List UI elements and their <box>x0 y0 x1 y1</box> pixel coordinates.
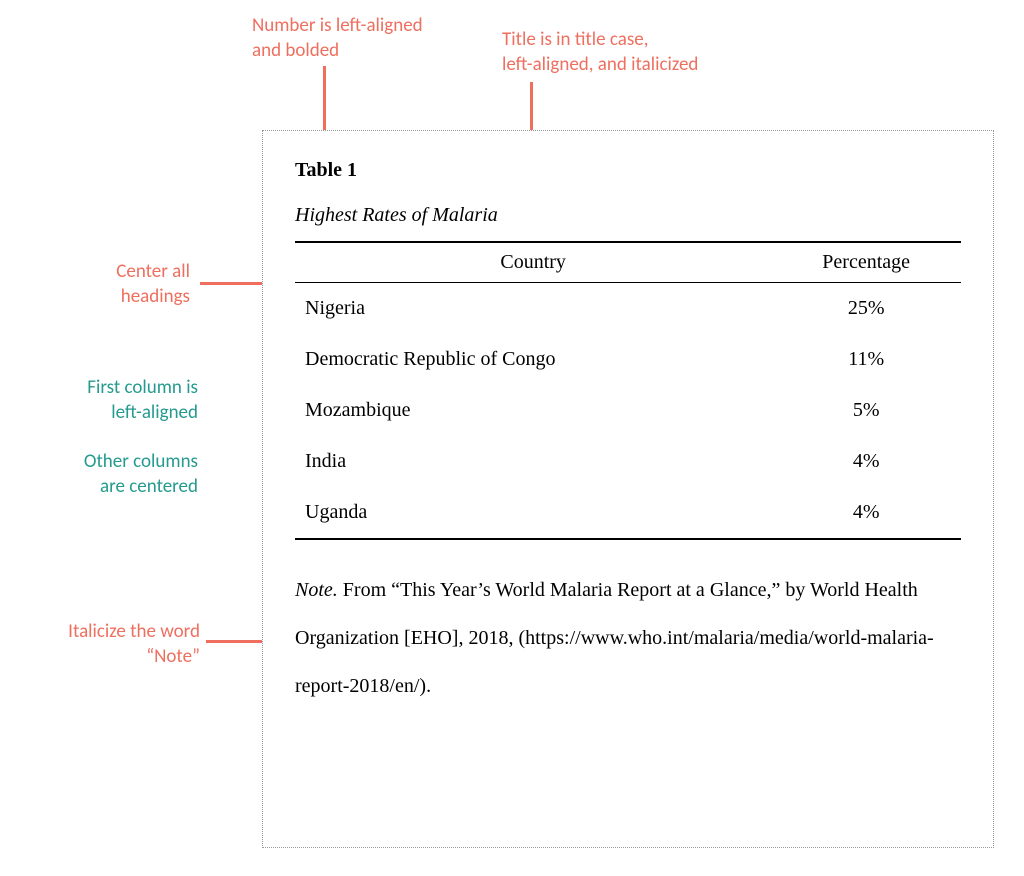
annotation-italicize-note: Italicize the word “Note” <box>20 620 200 669</box>
table-number: Table 1 <box>295 159 961 182</box>
note-label: Note. <box>295 579 338 601</box>
cell-country: Uganda <box>295 487 771 539</box>
annotation-number-bold: Number is left-aligned and bolded <box>252 14 472 63</box>
cell-percentage: 4% <box>771 487 961 539</box>
table-header-row: Country Percentage <box>295 242 961 283</box>
annotation-title-case: Title is in title case, left-aligned, an… <box>502 28 762 77</box>
table-row: Uganda 4% <box>295 487 961 539</box>
cell-country: India <box>295 436 771 487</box>
data-table: Country Percentage Nigeria 25% Democrati… <box>295 241 961 540</box>
table-sample-panel: Table 1 Highest Rates of Malaria Country… <box>262 130 994 848</box>
annotation-other-columns: Other columns are centered <box>48 450 198 499</box>
cell-country: Nigeria <box>295 283 771 335</box>
note-text: From “This Year’s World Malaria Report a… <box>295 579 934 697</box>
header-percentage: Percentage <box>771 242 961 283</box>
annotation-first-column: First column is left-aligned <box>48 376 198 425</box>
cell-percentage: 4% <box>771 436 961 487</box>
table-note: Note. From “This Year’s World Malaria Re… <box>295 566 961 710</box>
table-title: Highest Rates of Malaria <box>295 204 961 227</box>
table-row: Democratic Republic of Congo 11% <box>295 334 961 385</box>
cell-percentage: 25% <box>771 283 961 335</box>
table-row: Mozambique 5% <box>295 385 961 436</box>
cell-country: Mozambique <box>295 385 771 436</box>
table-row: India 4% <box>295 436 961 487</box>
annotation-center-headings: Center all headings <box>90 260 190 309</box>
cell-country: Democratic Republic of Congo <box>295 334 771 385</box>
header-country: Country <box>295 242 771 283</box>
table-row: Nigeria 25% <box>295 283 961 335</box>
cell-percentage: 11% <box>771 334 961 385</box>
table-body: Nigeria 25% Democratic Republic of Congo… <box>295 283 961 540</box>
cell-percentage: 5% <box>771 385 961 436</box>
